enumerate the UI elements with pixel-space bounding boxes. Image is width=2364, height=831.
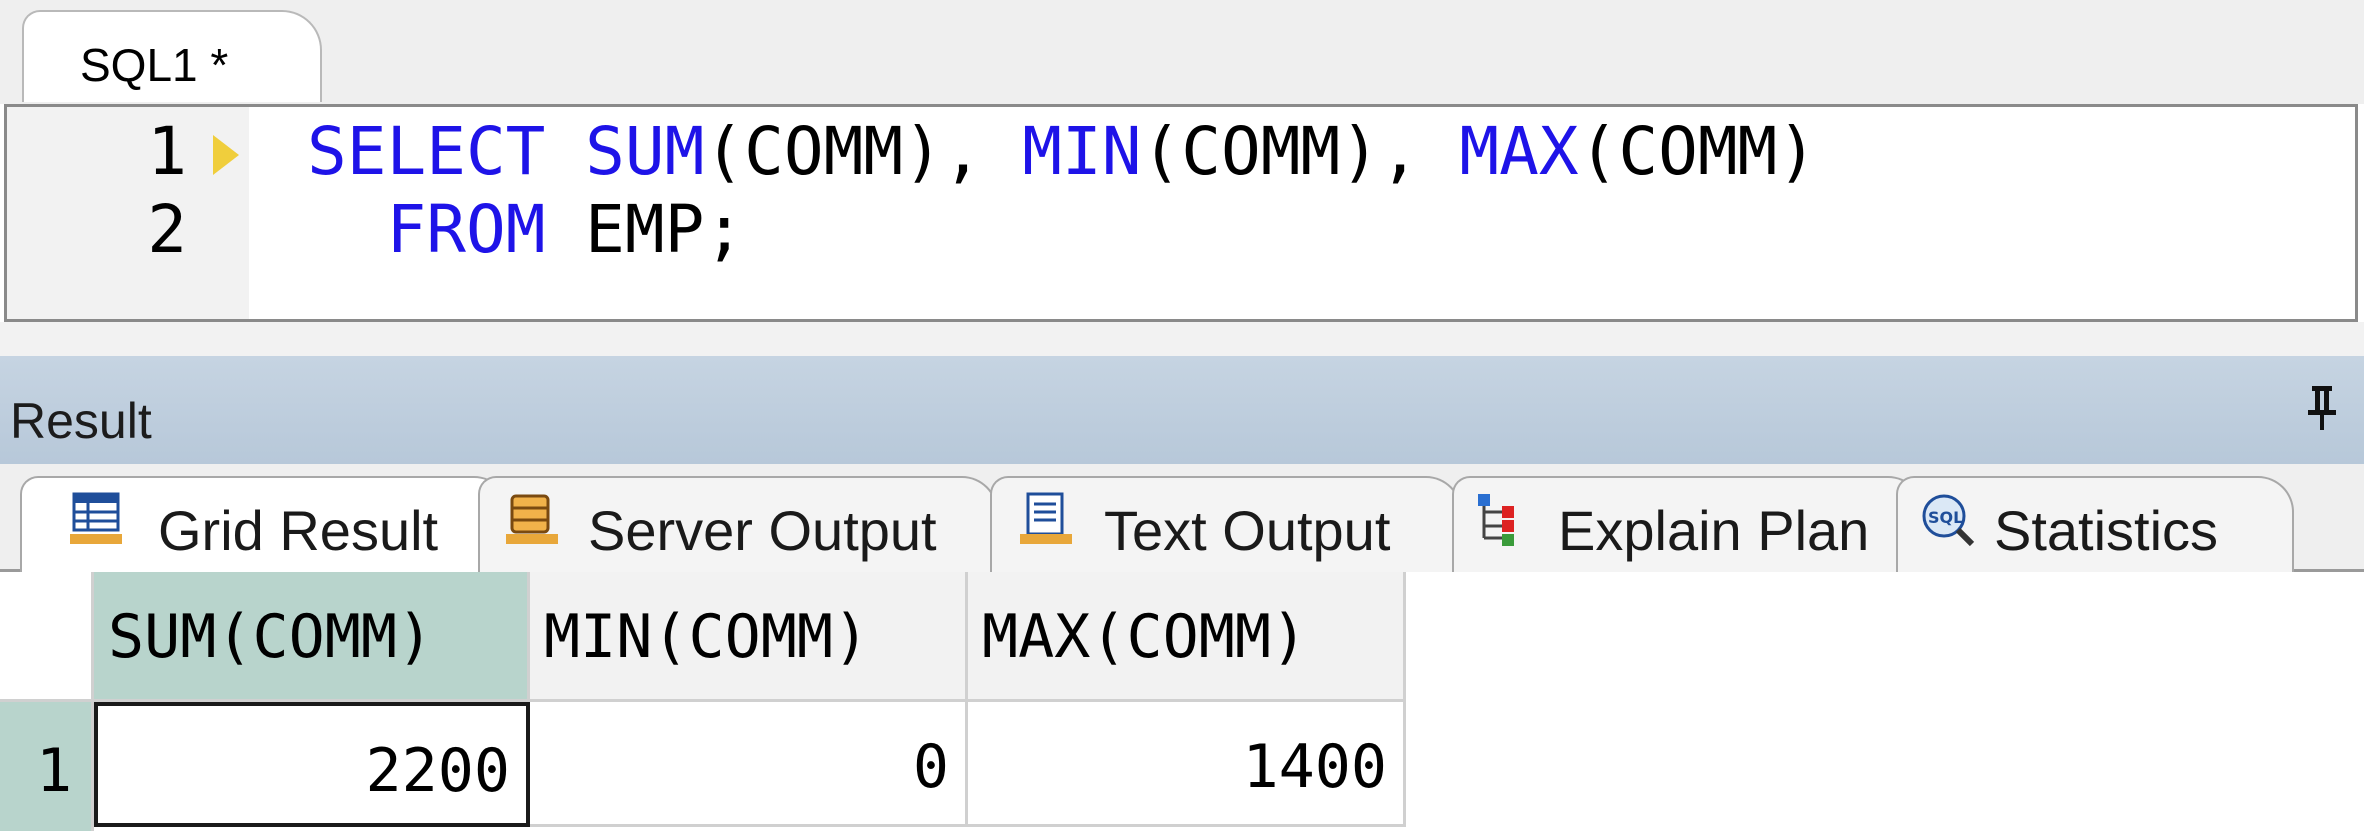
- sql-keyword: MIN: [1022, 113, 1142, 190]
- grid-cell[interactable]: 0: [530, 702, 968, 827]
- tab-text-output-label: Text Output: [1104, 499, 1391, 562]
- sql-editor[interactable]: 1 2 SELECT SUM(COMM), MIN(COMM), MAX(COM…: [4, 104, 2358, 322]
- tab-grid-result[interactable]: Grid Result: [20, 476, 510, 575]
- line-number: 2: [147, 191, 187, 268]
- tab-statistics-label: Statistics: [1994, 499, 2219, 562]
- svg-text:SQL: SQL: [1928, 508, 1963, 527]
- column-header-label: MAX(COMM): [982, 602, 1308, 672]
- pin-icon[interactable]: [2302, 384, 2342, 432]
- row-header[interactable]: 1: [0, 702, 94, 831]
- tab-explain-plan-label: Explain Plan: [1558, 499, 1870, 562]
- tab-text-output[interactable]: Text Output: [990, 476, 1462, 572]
- sql-keyword: SUM: [585, 113, 705, 190]
- grid-cell[interactable]: 1400: [968, 702, 1406, 827]
- column-header[interactable]: MIN(COMM): [530, 572, 968, 702]
- sql-text: (COMM),: [1141, 113, 1460, 190]
- sql-keyword: SELECT: [307, 113, 546, 190]
- tab-statistics[interactable]: SQL Statistics: [1896, 476, 2294, 572]
- splitter[interactable]: [0, 322, 2364, 356]
- grid-cell-value: 1400: [1242, 732, 1388, 802]
- result-tab-strip: Grid Result Server Output Text Output Ex…: [0, 464, 2364, 575]
- grid-cell-value: 0: [912, 732, 949, 802]
- grid-cell-value: 2200: [365, 736, 511, 806]
- tab-sql1-label: SQL1 *: [80, 39, 229, 91]
- tab-sql1[interactable]: SQL1 *: [22, 10, 322, 102]
- sql-text: (COMM),: [704, 113, 1023, 190]
- tab-explain-plan[interactable]: Explain Plan: [1452, 476, 1924, 572]
- sql-keyword: FROM: [386, 191, 546, 268]
- line-number-gutter: 1 2: [7, 107, 249, 319]
- grid-icon: [70, 492, 122, 544]
- code-line: FROM EMP;: [307, 191, 744, 268]
- database-icon: [506, 494, 558, 544]
- column-header-label: MIN(COMM): [544, 602, 870, 672]
- tab-grid-result-label: Grid Result: [158, 499, 439, 562]
- tree-icon: [1478, 494, 1514, 546]
- document-icon: [1020, 492, 1072, 544]
- column-header[interactable]: SUM(COMM): [94, 572, 530, 702]
- result-panel-header: Result: [0, 356, 2364, 464]
- row-number: 1: [36, 736, 73, 806]
- line-number: 1: [147, 113, 187, 190]
- tab-server-output-label: Server Output: [588, 499, 937, 562]
- column-header-label: SUM(COMM): [108, 602, 434, 672]
- sql-magnifier-icon: SQL: [1922, 494, 1975, 547]
- editor-tab-strip: SQL1 *: [0, 0, 2364, 104]
- column-header[interactable]: MAX(COMM): [968, 572, 1406, 702]
- sql-text: (COMM): [1578, 113, 1818, 190]
- current-line-arrow-icon: [211, 133, 240, 177]
- sql-text: EMP;: [545, 191, 745, 268]
- grid-cell[interactable]: 2200: [94, 702, 530, 827]
- tab-server-output[interactable]: Server Output: [478, 476, 998, 572]
- sql-keyword: MAX: [1459, 113, 1579, 190]
- grid-corner[interactable]: [0, 572, 94, 702]
- code-line: SELECT SUM(COMM), MIN(COMM), MAX(COMM): [307, 113, 1817, 190]
- result-grid[interactable]: SUM(COMM) MIN(COMM) MAX(COMM) 1 2200 0 1…: [0, 572, 1410, 831]
- result-panel-title: Result: [10, 393, 152, 449]
